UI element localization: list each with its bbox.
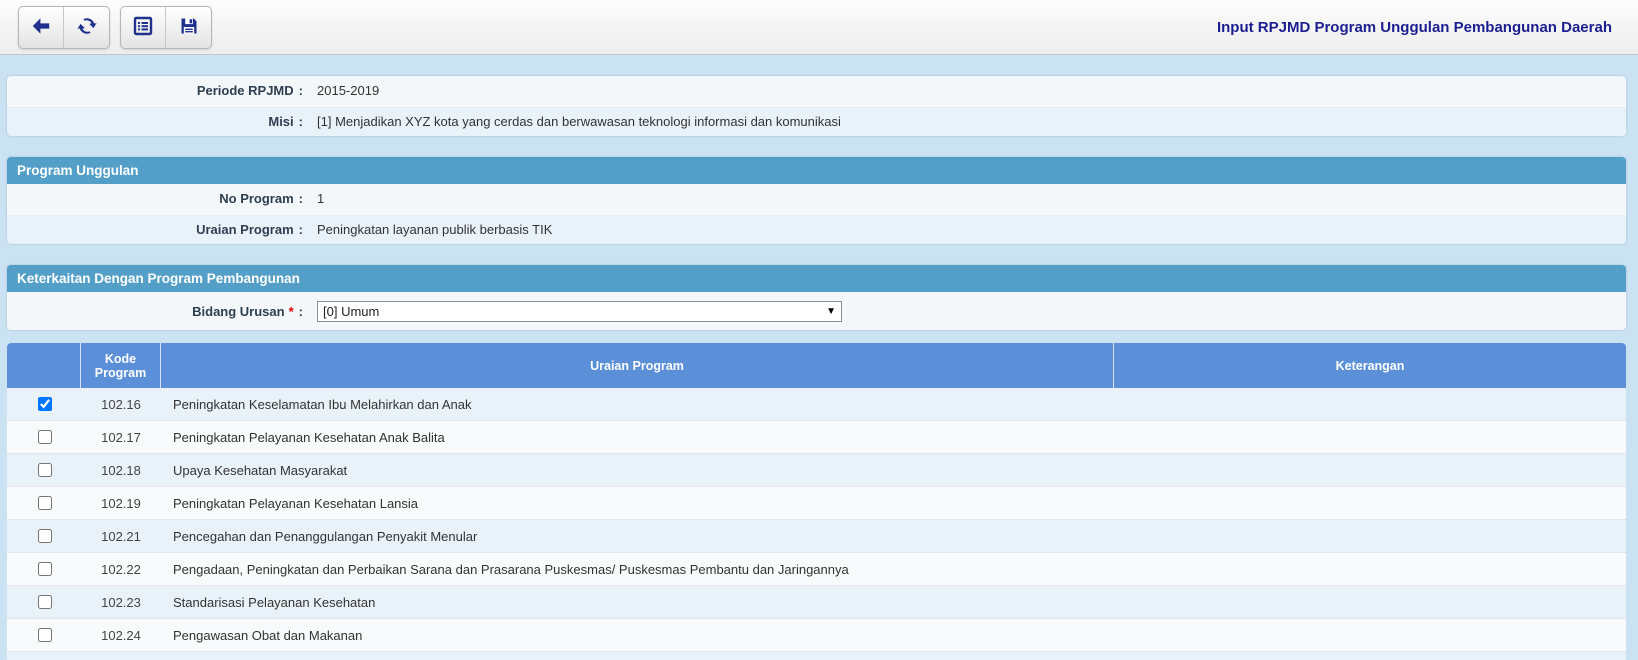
info-panel: Periode RPJMD: 2015-2019 Misi: [1] Menja… xyxy=(7,76,1626,136)
row-uraian-program: Standarisasi Pelayanan Kesehatan xyxy=(173,594,376,610)
chevron-down-icon: ▼ xyxy=(826,305,836,317)
table-header-kode: Kode Program xyxy=(81,343,161,388)
no-program-label: No Program xyxy=(219,191,294,206)
field-uraian-program: Uraian Program: Peningkatan layanan publ… xyxy=(7,214,1626,244)
row-checkbox[interactable] xyxy=(37,430,52,444)
row-uraian-program: Pencegahan dan Penanggulangan Penyakit M… xyxy=(173,528,478,544)
refresh-button[interactable] xyxy=(64,7,109,48)
row-checkbox[interactable] xyxy=(37,496,52,510)
table-row: 102.16 Peningkatan Keselamatan Ibu Melah… xyxy=(7,388,1626,421)
row-kode-program: 102.24 xyxy=(101,627,141,643)
row-checkbox[interactable] xyxy=(37,397,52,411)
table-row: 102.21 Pencegahan dan Penanggulangan Pen… xyxy=(7,520,1626,553)
uraian-program-value: Peningkatan layanan publik berbasis TIK xyxy=(317,221,553,237)
list-icon xyxy=(131,14,155,41)
toolbar: Input RPJMD Program Unggulan Pembangunan… xyxy=(0,0,1638,55)
keterkaitan-panel: Keterkaitan Dengan Program Pembangunan B… xyxy=(7,265,1626,330)
row-kode-program: 102.18 xyxy=(101,462,141,478)
field-no-program: No Program: 1 xyxy=(7,184,1626,214)
misi-value: [1] Menjadikan XYZ kota yang cerdas dan … xyxy=(317,113,841,129)
row-kode-program: 102.23 xyxy=(101,594,141,610)
action-button-group xyxy=(120,5,212,49)
table-header-uraian: Uraian Program xyxy=(161,343,1114,388)
row-checkbox[interactable] xyxy=(37,628,52,642)
table-row: 102.22 Pengadaan, Peningkatan dan Perbai… xyxy=(7,553,1626,586)
row-uraian-program: Peningkatan Keselamatan Ibu Melahirkan d… xyxy=(173,396,472,412)
periode-label: Periode RPJMD xyxy=(196,83,294,98)
row-kode-program: 102.21 xyxy=(101,528,141,544)
table-row: 102.23 Standarisasi Pelayanan Kesehatan xyxy=(7,586,1626,619)
misi-label: Misi xyxy=(268,113,294,129)
nav-button-group xyxy=(18,5,110,49)
row-uraian-program: Pengadaan, Peningkatan dan Perbaikan Sar… xyxy=(173,561,849,577)
table-header-keterangan: Keterangan xyxy=(1335,358,1405,373)
save-icon xyxy=(177,14,201,41)
bidang-urusan-label: Bidang Urusan xyxy=(192,303,285,319)
program-unggulan-panel: Program Unggulan No Program: 1 Uraian Pr… xyxy=(7,157,1626,244)
table-row: 102.24 Pengawasan Obat dan Makanan xyxy=(7,619,1626,652)
periode-value: 2015-2019 xyxy=(317,83,380,98)
row-kode-program: 102.16 xyxy=(101,396,141,412)
save-button[interactable] xyxy=(166,7,211,48)
row-kode-program: 102.19 xyxy=(101,495,141,511)
field-bidang-urusan: Bidang Urusan *: [0] Umum ▼ xyxy=(7,292,1626,330)
table-header-checkbox-col xyxy=(7,343,81,388)
row-checkbox[interactable] xyxy=(37,562,52,576)
row-uraian-program: Upaya Kesehatan Masyarakat xyxy=(173,462,348,478)
keterkaitan-header: Keterkaitan Dengan Program Pembangunan xyxy=(7,265,1626,292)
table-row: 102.18 Upaya Kesehatan Masyarakat xyxy=(7,454,1626,487)
table-body: 102.16 Peningkatan Keselamatan Ibu Melah… xyxy=(7,388,1626,652)
required-mark: * xyxy=(288,303,294,319)
page-title: Input RPJMD Program Unggulan Pembangunan… xyxy=(1216,18,1612,36)
back-button[interactable] xyxy=(19,6,64,48)
row-uraian-program: Peningkatan Pelayanan Kesehatan Lansia xyxy=(173,495,419,511)
bidang-urusan-select[interactable]: [0] Umum ▼ xyxy=(317,300,842,322)
list-button[interactable] xyxy=(121,6,166,48)
refresh-icon xyxy=(75,14,99,41)
program-unggulan-header: Program Unggulan xyxy=(7,157,1626,184)
table-header-row: Kode Program Uraian Program Keterangan xyxy=(7,343,1626,388)
row-kode-program: 102.17 xyxy=(101,429,141,445)
row-kode-program: 102.22 xyxy=(101,561,141,577)
row-uraian-program: Pengawasan Obat dan Makanan xyxy=(173,627,363,643)
field-misi: Misi: [1] Menjadikan XYZ kota yang cerda… xyxy=(7,106,1626,136)
program-table: Kode Program Uraian Program Keterangan 1… xyxy=(7,343,1626,652)
row-checkbox[interactable] xyxy=(37,463,52,477)
bidang-urusan-selected-value: [0] Umum xyxy=(323,303,380,319)
uraian-program-label: Uraian Program xyxy=(196,221,294,237)
arrow-left-icon xyxy=(29,14,53,41)
row-checkbox[interactable] xyxy=(37,595,52,609)
row-uraian-program: Peningkatan Pelayanan Kesehatan Anak Bal… xyxy=(173,429,445,445)
row-checkbox[interactable] xyxy=(37,529,52,543)
no-program-value: 1 xyxy=(317,191,325,206)
field-periode-rpjmd: Periode RPJMD: 2015-2019 xyxy=(7,76,1626,106)
table-row: 102.17 Peningkatan Pelayanan Kesehatan A… xyxy=(7,421,1626,454)
table-row: 102.19 Peningkatan Pelayanan Kesehatan L… xyxy=(7,487,1626,520)
